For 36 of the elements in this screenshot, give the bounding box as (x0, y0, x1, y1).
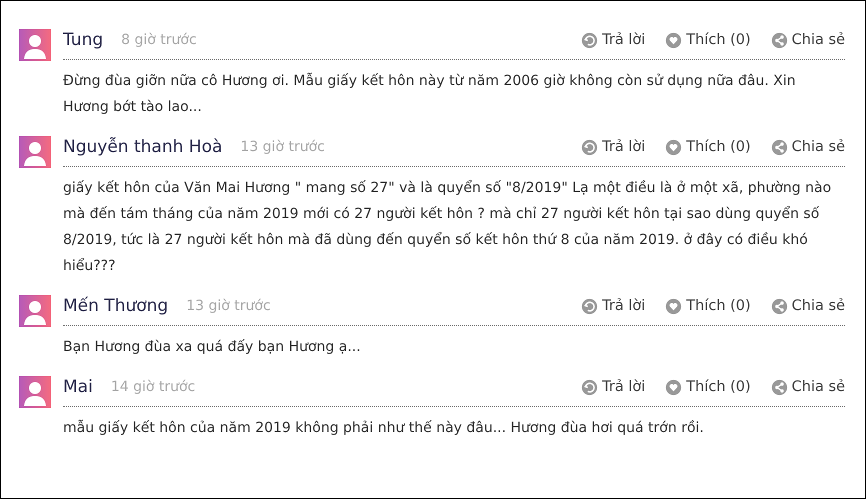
comment-time: 8 giờ trước (121, 32, 197, 48)
share-icon (770, 298, 788, 314)
author-name: Mến Thương (63, 296, 168, 316)
comment-time: 13 giờ trước (240, 139, 325, 155)
comment-text: giấy kết hôn của Văn Mai Hương " mang số 27" và là quyển số "8/2019" Lạ một điều là ở một xã, phường nào mà đến tám tháng của năm 2019 mới có 27 người kết hôn ? mà chỉ 27 người kết hôn tại sao dùng quyển số 8/2019, tức là 27 người kết hôn mà đã dùng đến quyển số kết hôn thứ 8 của năm 2019. ở đây có điều khó hiểu??? (63, 178, 832, 276)
share-icon (770, 138, 788, 156)
reply-icon (581, 138, 598, 156)
comment-time: 14 giờ trước (110, 379, 196, 395)
avatar-icon (19, 29, 51, 61)
reply-button[interactable]: Trả lời (581, 378, 646, 396)
reply-icon (581, 32, 598, 48)
share-icon (770, 32, 788, 48)
comment-time: 13 giờ trước (186, 298, 271, 314)
share-button[interactable]: Chia sẻ (770, 298, 845, 314)
share-button[interactable]: Chia sẻ (770, 378, 845, 396)
author-name: Mai (63, 377, 93, 397)
comment-text: Đừng đùa giỡn nữa cô Hương ơi. Mẫu giấy kết hôn này từ năm 2006 giờ không còn sử dụng nữa đâu. Xin Hương bớt tào lao... (63, 72, 797, 117)
share-button[interactable]: Chia sẻ (770, 138, 845, 156)
like-button[interactable]: Thích (0) (665, 298, 751, 314)
avatar-icon (19, 376, 51, 408)
reply-button[interactable]: Trả lời (581, 298, 646, 314)
like-button[interactable]: Thích (0) (665, 138, 751, 156)
like-button[interactable]: Thích (0) (665, 32, 751, 48)
reply-button[interactable]: Trả lời (581, 32, 646, 48)
avatar-icon (19, 295, 51, 327)
avatar-icon (19, 136, 51, 168)
like-button[interactable]: Thích (0) (665, 378, 751, 396)
reply-icon (581, 298, 598, 314)
author-name: Nguyễn thanh Hoà (63, 137, 222, 157)
share-button[interactable]: Chia sẻ (770, 32, 845, 48)
reply-icon (581, 378, 598, 396)
comment-text: Bạn Hương đùa xa quá đấy bạn Hương ạ... (63, 338, 362, 357)
comment-text: mẫu giấy kết hôn của năm 2019 không phải như thế này đâu... Hương đùa hơi quá trớn rồi. (63, 418, 705, 438)
share-icon (770, 378, 788, 396)
author-name: Tung (63, 30, 104, 50)
reply-button[interactable]: Trả lời (581, 138, 646, 156)
